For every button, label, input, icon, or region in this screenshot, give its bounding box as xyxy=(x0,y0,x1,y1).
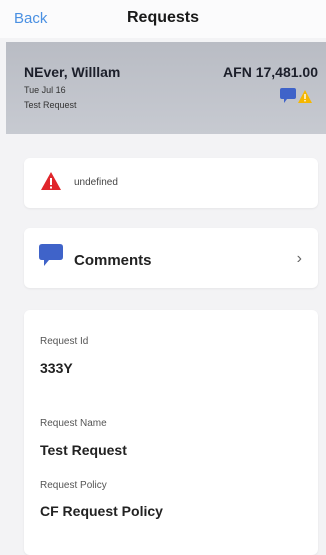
request-amount: AFN 17,481.00 xyxy=(223,64,318,80)
chevron-right-icon: › xyxy=(296,250,302,267)
comment-icon xyxy=(38,242,64,268)
request-policy-label: Request Policy xyxy=(40,480,107,491)
warning-icon xyxy=(40,171,62,191)
comment-icon xyxy=(280,88,296,103)
warning-text: undefined xyxy=(74,177,118,188)
request-date: Tue Jul 16 xyxy=(24,85,66,95)
comments-label: Comments xyxy=(74,252,152,269)
warning-card: undefined xyxy=(24,158,318,208)
request-id-value: 333Y xyxy=(40,360,73,376)
page-title: Requests xyxy=(126,9,200,26)
employee-name: NEver, Willlam xyxy=(24,64,121,80)
request-id-label: Request Id xyxy=(40,336,89,347)
request-description: Test Request xyxy=(24,100,77,110)
request-name-value: Test Request xyxy=(40,442,127,458)
summary-status-icons xyxy=(278,87,314,105)
request-summary[interactable]: NEver, Willlam AFN 17,481.00 Tue Jul 16 … xyxy=(6,42,326,134)
nav-bar: Back Requests xyxy=(0,0,326,38)
request-policy-value: CF Request Policy xyxy=(40,503,163,519)
warning-icon xyxy=(298,90,312,103)
request-name-label: Request Name xyxy=(40,418,107,429)
comments-row[interactable]: Comments › xyxy=(24,228,318,288)
request-details-card: Request Id 333Y Request Name Test Reques… xyxy=(24,310,318,555)
